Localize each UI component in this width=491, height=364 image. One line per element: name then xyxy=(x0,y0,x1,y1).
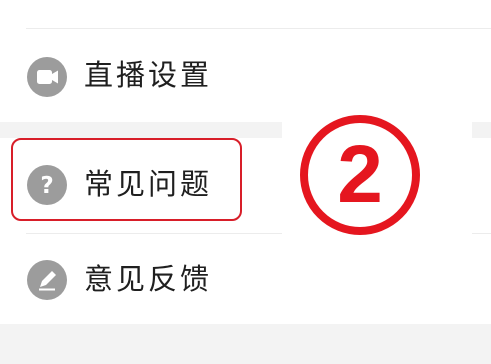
pencil-icon xyxy=(27,260,67,300)
menu-item-label: 意见反馈 xyxy=(84,262,213,296)
menu-item-live-settings[interactable]: 直播设置 xyxy=(0,30,491,120)
question-mark-icon: ? xyxy=(27,165,67,205)
menu-item-feedback[interactable]: 意见反馈 xyxy=(0,234,491,322)
top-divider xyxy=(26,28,491,29)
video-camera-icon xyxy=(27,57,67,97)
menu-item-label: 直播设置 xyxy=(84,58,213,92)
bottom-band xyxy=(0,324,491,364)
step-marker: 2 xyxy=(282,110,472,246)
step-number: 2 xyxy=(337,129,383,220)
menu-item-label: 常见问题 xyxy=(84,167,213,201)
svg-text:?: ? xyxy=(40,173,53,199)
